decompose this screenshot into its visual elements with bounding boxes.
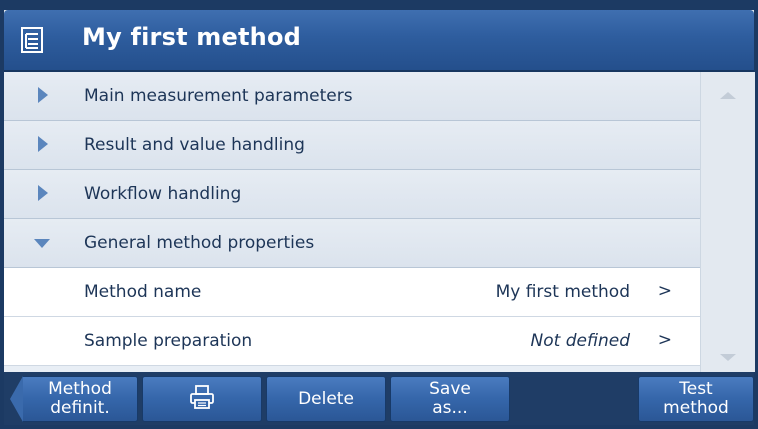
item-method-name[interactable]: Method name My first method > [4, 268, 700, 317]
delete-button-label: Delete [298, 388, 354, 409]
expand-arrow-icon [38, 136, 48, 152]
item-value: My first method [495, 282, 630, 302]
chevron-right-icon: > [657, 330, 672, 350]
back-button-line2: definit. [50, 398, 110, 418]
save-as-button[interactable]: Save as... [390, 376, 510, 422]
item-label: Method name [84, 282, 202, 302]
expand-arrow-icon [38, 185, 48, 201]
scrollbar[interactable] [700, 72, 755, 372]
bottom-toolbar: Method definit. Delete Save as... Test m… [4, 372, 754, 425]
save-button-line1: Save [429, 379, 471, 399]
printer-icon [189, 384, 215, 414]
test-button-line1: Test [679, 379, 713, 399]
scroll-down-icon[interactable] [720, 354, 736, 361]
group-general-method-properties[interactable]: General method properties [4, 219, 700, 268]
test-method-button[interactable]: Test method [638, 376, 754, 422]
method-definition-back-button[interactable]: Method definit. [10, 376, 138, 422]
title-bar: My first method [4, 10, 754, 72]
scroll-up-icon[interactable] [720, 92, 736, 99]
app-window: My first method Main measurement paramet… [4, 10, 755, 425]
group-main-measurement-parameters[interactable]: Main measurement parameters [4, 72, 700, 121]
item-value: Not defined [530, 331, 630, 351]
expand-arrow-icon [38, 87, 48, 103]
print-button[interactable] [142, 376, 262, 422]
delete-button[interactable]: Delete [266, 376, 386, 422]
method-list-icon [18, 26, 46, 54]
method-settings-list: Main measurement parameters Result and v… [4, 72, 700, 372]
group-label: Main measurement parameters [84, 86, 353, 106]
item-label: Sample preparation [84, 331, 253, 351]
chevron-right-icon: > [657, 281, 672, 301]
group-workflow-handling[interactable]: Workflow handling [4, 170, 700, 219]
group-label: Result and value handling [84, 135, 305, 155]
test-button-line2: method [663, 398, 729, 418]
back-button-line1: Method [48, 379, 112, 399]
page-title: My first method [82, 23, 302, 51]
item-sample-preparation[interactable]: Sample preparation Not defined > [4, 317, 700, 366]
group-label: General method properties [84, 233, 315, 253]
save-button-line2: as... [432, 398, 468, 418]
group-result-value-handling[interactable]: Result and value handling [4, 121, 700, 170]
group-label: Workflow handling [84, 184, 242, 204]
collapse-arrow-icon [34, 239, 50, 248]
